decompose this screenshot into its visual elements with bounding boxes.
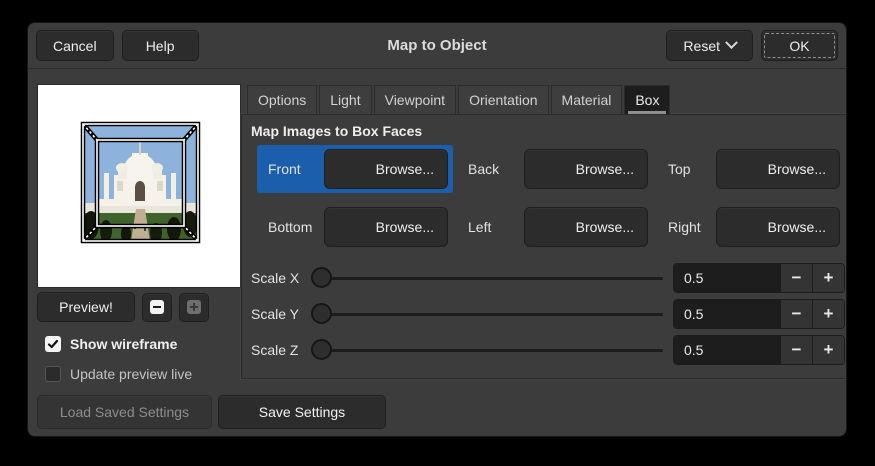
tab-orientation[interactable]: Orientation (458, 85, 548, 114)
plus-icon[interactable]: + (812, 336, 844, 364)
zoom-out-button[interactable] (142, 293, 172, 322)
help-button[interactable]: Help (122, 30, 199, 61)
browse-bottom-button[interactable]: Browse... (324, 207, 448, 247)
minus-icon (150, 300, 164, 314)
scale-y-value[interactable]: 0.5 (674, 300, 780, 328)
chevron-down-icon (725, 36, 738, 49)
scale-y-spinbox: 0.5 − + (673, 299, 845, 329)
scale-z-label: Scale Z (251, 342, 309, 358)
update-preview-live-label: Update preview live (70, 366, 192, 382)
faces-grid: Front Browse... Back Browse... Top Brows… (257, 145, 845, 251)
face-label-back: Back (462, 161, 524, 177)
scale-z-row: Scale Z 0.5 − + (251, 335, 845, 365)
box-tab-panel: Map Images to Box Faces Front Browse... … (241, 114, 847, 379)
plus-icon[interactable]: + (812, 264, 844, 292)
preview-image (37, 84, 241, 288)
save-settings-button[interactable]: Save Settings (218, 395, 386, 429)
tab-options[interactable]: Options (247, 85, 317, 114)
face-label-top: Top (662, 161, 716, 177)
section-heading: Map Images to Box Faces (251, 123, 845, 139)
plus-icon[interactable]: + (812, 300, 844, 328)
slider-knob[interactable] (311, 303, 332, 324)
face-cell-left: Left Browse... (457, 203, 653, 251)
browse-back-button[interactable]: Browse... (524, 149, 648, 189)
minus-icon[interactable]: − (780, 300, 812, 328)
load-saved-settings-button[interactable]: Load Saved Settings (37, 395, 212, 429)
tab-light[interactable]: Light (319, 85, 371, 114)
slider-knob[interactable] (311, 267, 332, 288)
show-wireframe-row[interactable]: Show wireframe (45, 336, 241, 352)
slider-track (313, 277, 663, 280)
scale-x-slider[interactable] (309, 263, 663, 293)
dialog-header: Cancel Help Map to Object Reset OK (28, 23, 846, 69)
browse-right-button[interactable]: Browse... (716, 207, 840, 247)
face-cell-back: Back Browse... (457, 145, 653, 193)
scale-x-label: Scale X (251, 270, 309, 286)
update-preview-live-checkbox[interactable] (45, 366, 61, 382)
scale-y-label: Scale Y (251, 306, 309, 322)
face-cell-bottom: Bottom Browse... (257, 203, 453, 251)
minus-icon[interactable]: − (780, 336, 812, 364)
reset-button[interactable]: Reset (666, 30, 753, 61)
checkmark-icon (47, 338, 59, 350)
preview-button[interactable]: Preview! (37, 292, 135, 322)
tab-box[interactable]: Box (624, 85, 670, 114)
footer: Load Saved Settings Save Settings (37, 395, 846, 429)
minus-icon[interactable]: − (780, 264, 812, 292)
scale-x-value[interactable]: 0.5 (674, 264, 780, 292)
scales-section: Scale X 0.5 − + Scale Y (251, 263, 845, 365)
cancel-button[interactable]: Cancel (36, 30, 114, 61)
taj-mahal-wireframe-preview (38, 85, 242, 289)
tab-viewpoint[interactable]: Viewpoint (374, 85, 456, 114)
browse-top-button[interactable]: Browse... (716, 149, 840, 189)
face-cell-front: Front Browse... (257, 145, 453, 193)
slider-track (313, 349, 663, 352)
show-wireframe-label: Show wireframe (70, 336, 177, 352)
browse-left-button[interactable]: Browse... (524, 207, 648, 247)
zoom-in-button[interactable] (179, 293, 209, 322)
scale-y-row: Scale Y 0.5 − + (251, 299, 845, 329)
slider-knob[interactable] (311, 339, 332, 360)
tab-bar: Options Light Viewpoint Orientation Mate… (241, 84, 847, 114)
face-cell-right: Right Browse... (657, 203, 845, 251)
scale-x-row: Scale X 0.5 − + (251, 263, 845, 293)
scale-z-spinbox: 0.5 − + (673, 335, 845, 365)
face-label-front: Front (262, 161, 324, 177)
slider-track (313, 313, 663, 316)
scale-x-spinbox: 0.5 − + (673, 263, 845, 293)
update-preview-live-row[interactable]: Update preview live (45, 366, 241, 382)
plus-icon (187, 300, 201, 314)
tab-material[interactable]: Material (551, 85, 623, 114)
ok-button[interactable]: OK (761, 30, 838, 61)
map-to-object-dialog: Cancel Help Map to Object Reset OK (27, 22, 847, 437)
scale-y-slider[interactable] (309, 299, 663, 329)
scale-z-slider[interactable] (309, 335, 663, 365)
face-cell-top: Top Browse... (657, 145, 845, 193)
browse-front-button[interactable]: Browse... (324, 149, 448, 189)
face-label-right: Right (662, 219, 716, 235)
show-wireframe-checkbox[interactable] (45, 336, 61, 352)
face-label-left: Left (462, 219, 524, 235)
reset-label: Reset (683, 38, 720, 54)
scale-z-value[interactable]: 0.5 (674, 336, 780, 364)
face-label-bottom: Bottom (262, 219, 324, 235)
